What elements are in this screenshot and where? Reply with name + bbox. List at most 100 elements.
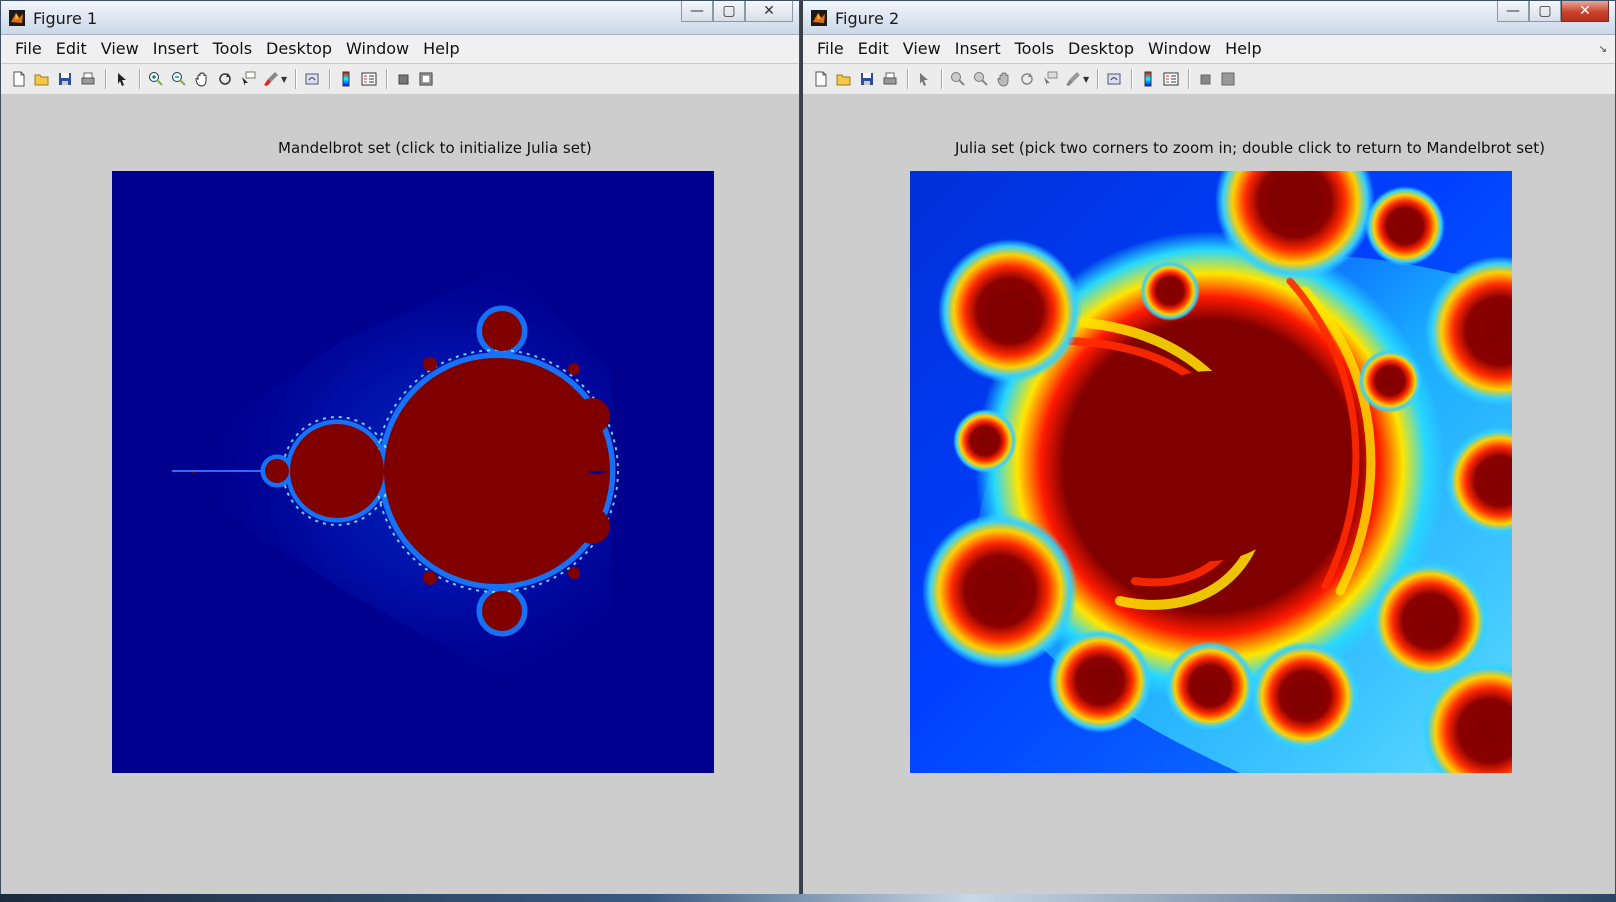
insert-colorbar-icon [342,71,350,87]
new-figure-button[interactable] [811,69,831,89]
menu-view[interactable]: View [94,35,146,63]
close-icon: ✕ [763,3,775,19]
menu-window[interactable]: Window [1141,35,1218,63]
hide-plot-tools-button[interactable] [1195,69,1215,89]
axes-title: Mandelbrot set (click to initialize Juli… [278,139,592,157]
figure-area: Julia set (pick two corners to zoom in; … [803,94,1615,895]
rotate-3d-button[interactable] [1017,69,1037,89]
insert-legend-icon [1163,72,1179,86]
save-button[interactable] [857,69,877,89]
pan-icon [997,72,1009,87]
insert-legend-button[interactable] [1161,69,1181,89]
print-button[interactable] [880,69,900,89]
save-icon [59,73,71,85]
menu-file[interactable]: File [810,35,851,63]
print-button[interactable] [78,69,98,89]
toolbar-separator [139,69,140,89]
maximize-button[interactable]: ▢ [713,1,745,22]
menu-dock-arrow-icon[interactable]: ↘ [1599,44,1607,55]
maximize-icon: ▢ [722,3,736,19]
link-plot-icon [1107,73,1121,85]
hide-plot-tools-icon [398,74,409,85]
data-cursor-button[interactable] [1040,69,1060,89]
maximize-button[interactable]: ▢ [1529,1,1561,22]
open-file-button[interactable] [32,69,52,89]
rotate-3d-icon [1021,73,1033,85]
caption-buttons: — ▢ ✕ [1497,1,1609,25]
julia-graphic [922,171,1512,773]
figure-1-window: Figure 1 — ▢ ✕ File Edit View Insert Too… [0,0,800,896]
toolbar-separator [386,69,388,89]
brush-button[interactable] [261,69,281,89]
menu-edit[interactable]: Edit [49,35,94,63]
close-button[interactable]: ✕ [1561,1,1609,22]
save-icon [861,73,873,85]
zoom-in-icon [149,72,163,86]
show-plot-tools-button[interactable] [1218,69,1238,89]
rotate-3d-button[interactable] [215,69,235,89]
print-icon [883,72,897,85]
brush-dropdown-icon[interactable]: ▼ [281,75,287,84]
minimize-button[interactable]: — [1497,1,1529,22]
show-plot-tools-button[interactable] [416,69,436,89]
pan-button[interactable] [192,69,212,89]
brush-button[interactable] [1063,69,1083,89]
toolbar-separator [295,69,297,89]
toolbar-separator [105,69,106,89]
pan-icon [195,72,207,87]
insert-colorbar-button[interactable] [336,69,356,89]
zoom-in-button[interactable] [146,69,166,89]
menu-window[interactable]: Window [339,35,416,63]
link-plot-button[interactable] [1104,69,1124,89]
maximize-icon: ▢ [1538,3,1552,19]
menu-view[interactable]: View [896,35,948,63]
show-plot-tools-icon [1221,72,1235,86]
menu-edit[interactable]: Edit [851,35,896,63]
open-file-button[interactable] [834,69,854,89]
zoom-out-button[interactable] [971,69,991,89]
mandelbrot-image[interactable] [112,171,714,773]
link-plot-icon [305,73,319,85]
edit-plot-button[interactable] [112,69,132,89]
menu-tools[interactable]: Tools [206,35,259,63]
menu-help[interactable]: Help [416,35,466,63]
menu-bar: File Edit View Insert Tools Desktop Wind… [803,35,1615,64]
rotate-3d-icon [219,73,231,85]
toolbar-separator [329,69,331,89]
zoom-out-button[interactable] [169,69,189,89]
pan-button[interactable] [994,69,1014,89]
julia-image[interactable] [910,171,1512,773]
link-plot-button[interactable] [302,69,322,89]
insert-colorbar-button[interactable] [1138,69,1158,89]
edit-plot-button[interactable] [914,69,934,89]
menu-file[interactable]: File [8,35,49,63]
menu-help[interactable]: Help [1218,35,1268,63]
brush-dropdown-icon[interactable]: ▼ [1083,75,1089,84]
menu-desktop[interactable]: Desktop [259,35,339,63]
insert-legend-button[interactable] [359,69,379,89]
close-button[interactable]: ✕ [745,1,793,22]
zoom-out-icon [974,72,988,86]
axes-title: Julia set (pick two corners to zoom in; … [955,139,1545,157]
open-file-icon [836,74,851,86]
toolbar-separator [907,69,908,89]
title-bar[interactable]: Figure 1 — ▢ ✕ [1,1,799,35]
toolbar-separator [941,69,942,89]
menu-desktop[interactable]: Desktop [1061,35,1141,63]
matlab-logo-icon [9,10,25,26]
menu-insert[interactable]: Insert [146,35,206,63]
save-button[interactable] [55,69,75,89]
figure-toolbar: ▼ [1,64,799,95]
toolbar-separator [1188,69,1190,89]
new-figure-icon [13,71,25,87]
title-bar[interactable]: Figure 2 — ▢ ✕ [803,1,1615,35]
menu-insert[interactable]: Insert [948,35,1008,63]
brush-icon [264,72,278,86]
zoom-in-button[interactable] [948,69,968,89]
figure-area: Mandelbrot set (click to initialize Juli… [1,94,799,895]
data-cursor-button[interactable] [238,69,258,89]
new-figure-button[interactable] [9,69,29,89]
menu-tools[interactable]: Tools [1008,35,1061,63]
minimize-button[interactable]: — [681,1,713,22]
hide-plot-tools-button[interactable] [393,69,413,89]
